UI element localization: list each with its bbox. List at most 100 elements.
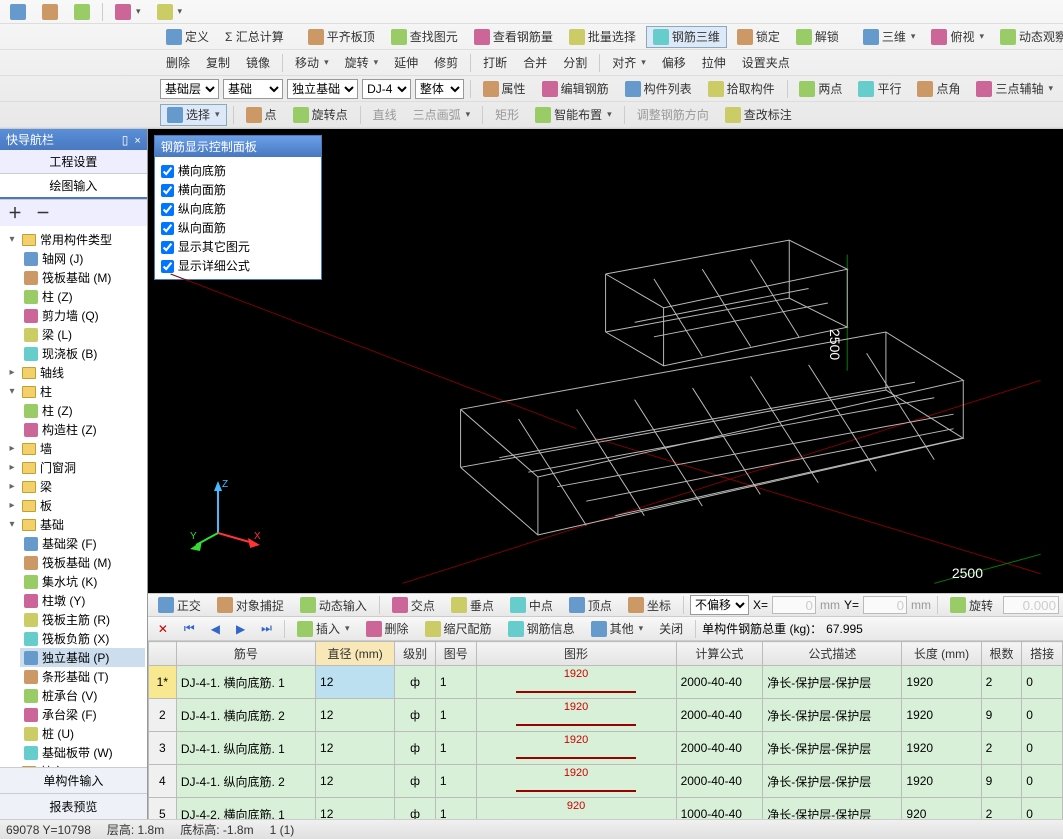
th-formula[interactable]: 计算公式	[676, 642, 763, 666]
cell-diameter[interactable]: 12	[316, 666, 395, 699]
copy-button[interactable]: 复制	[200, 52, 236, 74]
trim-button[interactable]: 修剪	[428, 52, 464, 74]
sum-button[interactable]: Σ 汇总计算	[219, 26, 290, 48]
move-button[interactable]: 移动	[289, 52, 335, 74]
mirror-button[interactable]: 镜像	[240, 52, 276, 74]
property-button[interactable]: 属性	[477, 78, 532, 100]
perp-button[interactable]: 垂点	[445, 594, 500, 616]
row-num[interactable]: 1*	[148, 666, 176, 699]
th-lap[interactable]: 搭接	[1022, 642, 1063, 666]
cell-name[interactable]: DJ-4-1. 横向底筋. 1	[176, 666, 315, 699]
cell-lap[interactable]: 0	[1022, 798, 1063, 820]
cell-diameter[interactable]: 12	[316, 765, 395, 798]
cell-lap[interactable]: 0	[1022, 699, 1063, 732]
delete-row-button[interactable]: 删除	[360, 618, 415, 640]
table-row[interactable]: 2DJ-4-1. 横向底筋. 212ф119202000-40-40净长-保护层…	[148, 699, 1062, 732]
cell-diameter[interactable]: 12	[316, 699, 395, 732]
cell-tag[interactable]: 1	[435, 765, 476, 798]
next-icon[interactable]: ▶	[230, 618, 251, 640]
coord-button[interactable]: 坐标	[622, 594, 677, 616]
th-tag[interactable]: 图号	[435, 642, 476, 666]
adjustdir-button[interactable]: 调整钢筋方向	[631, 104, 715, 126]
pin-icon[interactable]: ▯	[122, 133, 129, 147]
rebar3d-button[interactable]: 钢筋三维	[646, 26, 727, 48]
cell-desc[interactable]: 净长-保护层-保护层	[763, 798, 902, 820]
rebarview-button[interactable]: 查看钢筋量	[468, 26, 559, 48]
cell-length[interactable]: 1920	[902, 666, 981, 699]
member-select[interactable]: DJ-4	[362, 79, 411, 99]
dyninput-button[interactable]: 动态输入	[294, 594, 373, 616]
th-diameter[interactable]: 直径 (mm)	[316, 642, 395, 666]
point-button[interactable]: 点	[240, 104, 283, 126]
row-num[interactable]: 4	[148, 765, 176, 798]
tree-expand-icon[interactable]: ＋	[2, 202, 28, 224]
cell-graph[interactable]: 1920	[476, 699, 676, 732]
tree-column[interactable]: ▾柱	[2, 382, 145, 401]
cell-count[interactable]: 9	[981, 765, 1022, 798]
dynview-button[interactable]: 动态观察	[994, 26, 1063, 48]
table-row[interactable]: 5DJ-4-2. 横向底筋. 112ф19201000-40-40净长-保护层-…	[148, 798, 1062, 820]
tree-foundation[interactable]: ▾基础	[2, 515, 145, 534]
cell-diameter[interactable]: 12	[316, 732, 395, 765]
cell-formula[interactable]: 1000-40-40	[676, 798, 763, 820]
tree-beam[interactable]: ▸梁	[2, 477, 145, 496]
tree-item[interactable]: 筏板基础 (M)	[20, 553, 145, 572]
cell-name[interactable]: DJ-4-1. 横向底筋. 2	[176, 699, 315, 732]
tab-draw-input[interactable]: 绘图输入	[0, 174, 147, 199]
tree-opening[interactable]: ▸门窗洞	[2, 458, 145, 477]
rebar-table[interactable]: 筋号 直径 (mm) 级别 图号 图形 计算公式 公式描述 长度 (mm) 根数…	[148, 641, 1063, 819]
cell-formula[interactable]: 2000-40-40	[676, 765, 763, 798]
extend-button[interactable]: 延伸	[388, 52, 424, 74]
cell-length[interactable]: 1920	[902, 765, 981, 798]
select-button[interactable]: 选择	[160, 104, 227, 126]
close-icon[interactable]: ×	[134, 135, 140, 147]
smartplace-button[interactable]: 智能布置	[529, 104, 618, 126]
tree-item[interactable]: 柱 (Z)	[20, 287, 145, 306]
tree-item[interactable]: 基础板带 (W)	[20, 743, 145, 762]
lock-button[interactable]: 锁定	[731, 26, 786, 48]
th-level[interactable]: 级别	[395, 642, 436, 666]
tree-item[interactable]: 梁 (L)	[20, 325, 145, 344]
cell-length[interactable]: 920	[902, 798, 981, 820]
new-icon[interactable]	[4, 1, 32, 23]
line-button[interactable]: 直线	[367, 104, 403, 126]
cell-count[interactable]: 2	[981, 666, 1022, 699]
offset-button[interactable]: 偏移	[656, 52, 692, 74]
tab-project-settings[interactable]: 工程设置	[0, 150, 147, 173]
tree-item[interactable]: 基础梁 (F)	[20, 534, 145, 553]
last-icon[interactable]: ⏭	[255, 618, 278, 640]
other-button[interactable]: 其他	[585, 618, 650, 640]
top-button[interactable]: 顶点	[563, 594, 618, 616]
angle-button[interactable]: 点角	[911, 78, 966, 100]
report-preview-button[interactable]: 报表预览	[0, 793, 147, 819]
tree-item[interactable]: 桩 (U)	[20, 724, 145, 743]
table-row[interactable]: 4DJ-4-1. 纵向底筋. 212ф1 1920 2000-40-40净长-保护层…	[148, 765, 1062, 798]
plan-button[interactable]: 俯视	[925, 26, 990, 48]
cell-name[interactable]: DJ-4-2. 横向底筋. 1	[176, 798, 315, 820]
cell-length[interactable]: 1920	[902, 732, 981, 765]
tree-board[interactable]: ▸板	[2, 496, 145, 515]
whole-select[interactable]: 整体	[415, 79, 464, 99]
open-icon[interactable]	[36, 1, 64, 23]
define-button[interactable]: 定义	[160, 26, 215, 48]
break-button[interactable]: 打断	[477, 52, 513, 74]
row-num[interactable]: 3	[148, 732, 176, 765]
row-num[interactable]: 2	[148, 699, 176, 732]
cell-diameter[interactable]: 12	[316, 798, 395, 820]
ortho-button[interactable]: 正交	[152, 594, 207, 616]
cell-desc[interactable]: 净长-保护层-保护层	[763, 765, 902, 798]
tree-item[interactable]: 筏板基础 (M)	[20, 268, 145, 287]
align-button[interactable]: 对齐	[606, 52, 652, 74]
tree-item[interactable]: 条形基础 (T)	[20, 667, 145, 686]
cell-level[interactable]: ф	[395, 765, 436, 798]
y-input[interactable]	[863, 596, 907, 614]
cell-level[interactable]: ф	[395, 732, 436, 765]
cell-desc[interactable]: 净长-保护层-保护层	[763, 666, 902, 699]
tree-item[interactable]: 轴网 (J)	[20, 249, 145, 268]
cell-name[interactable]: DJ-4-1. 纵向底筋. 2	[176, 765, 315, 798]
threept-button[interactable]: 三点辅轴	[970, 78, 1059, 100]
cell-graph[interactable]: 920	[476, 798, 676, 820]
tree-collapse-icon[interactable]: －	[30, 202, 56, 224]
cell-name[interactable]: DJ-4-1. 纵向底筋. 1	[176, 732, 315, 765]
cross-button[interactable]: 交点	[386, 594, 441, 616]
